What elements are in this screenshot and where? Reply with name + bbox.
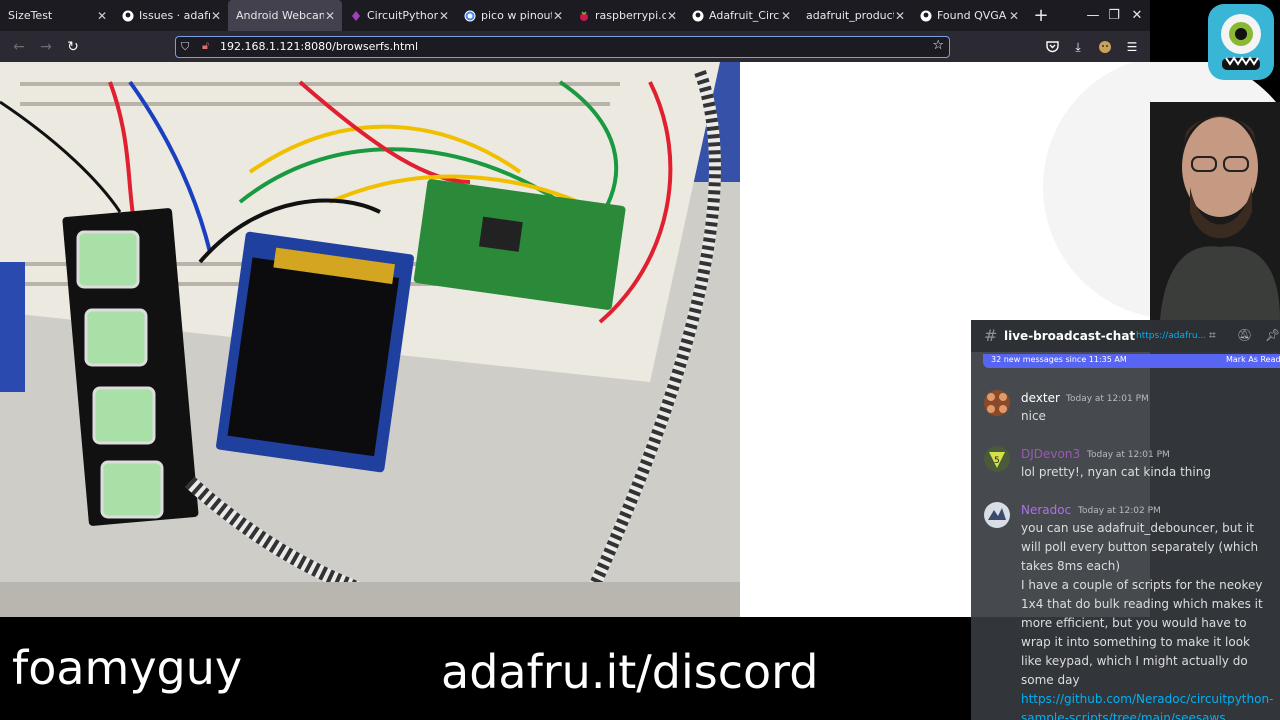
- github-icon: [920, 10, 932, 22]
- url-text[interactable]: 192.168.1.121:8080/browserfs.html: [220, 40, 418, 53]
- close-tab-icon[interactable]: ✕: [324, 9, 336, 23]
- tab-issues[interactable]: Issues · adafruit ✕: [114, 0, 228, 31]
- tab-label: raspberrypi.com: [595, 9, 666, 22]
- circuitpython-icon: [350, 10, 362, 22]
- tab-sizetest[interactable]: SizeTest ✕: [0, 0, 114, 31]
- channel-topic-link[interactable]: https://adafru...: [1136, 331, 1206, 341]
- insecure-lock-icon[interactable]: 🔓︎: [202, 39, 209, 53]
- message-body: you can use adafruit_debouncer, but it w…: [1021, 519, 1273, 720]
- close-tab-icon[interactable]: ✕: [1008, 9, 1020, 23]
- bot-avatar: [1206, 0, 1276, 82]
- github-icon: [122, 10, 134, 22]
- channel-header: # live-broadcast-chat https://adafru... …: [971, 320, 1280, 352]
- new-messages-text: 32 new messages since 11:35 AM: [991, 355, 1127, 364]
- forward-arrow-icon[interactable]: →: [36, 37, 56, 57]
- tab-pico-pinout[interactable]: pico w pinout - G ✕: [456, 0, 570, 31]
- close-tab-icon[interactable]: ✕: [552, 9, 564, 23]
- raspberry-icon: [578, 10, 590, 22]
- message-timestamp: Today at 12:02 PM: [1078, 506, 1161, 516]
- tab-label: CircuitPython: [367, 9, 438, 22]
- new-messages-bar[interactable]: 32 new messages since 11:35 AM Mark As R…: [983, 354, 1280, 368]
- download-icon[interactable]: ⤓: [1069, 38, 1087, 56]
- reload-icon[interactable]: ↻: [63, 37, 83, 57]
- tab-adafruit-products[interactable]: adafruit_products_ ✕: [798, 0, 912, 31]
- discord-chat-panel: # live-broadcast-chat https://adafru... …: [971, 320, 1280, 720]
- mute-notifications-icon[interactable]: 🔕︎: [1237, 328, 1252, 342]
- navigation-bar: ← → ↻ ⛉ 🔓︎ 192.168.1.121:8080/browserfs.…: [0, 31, 1150, 62]
- avatar[interactable]: [984, 502, 1010, 528]
- avatar[interactable]: [984, 390, 1010, 416]
- close-tab-icon[interactable]: ✕: [894, 9, 906, 23]
- webcam-feed: [0, 62, 740, 617]
- github-icon: [692, 10, 704, 22]
- tab-label: Issues · adafruit: [139, 9, 210, 22]
- minimize-icon[interactable]: —: [1082, 0, 1104, 31]
- message-body: lol pretty!, nyan cat kinda thing: [1021, 463, 1273, 482]
- message-timestamp: Today at 12:01 PM: [1087, 450, 1170, 460]
- discord-invite-text: adafru.it/discord: [441, 645, 819, 699]
- close-tab-icon[interactable]: ✕: [780, 9, 792, 23]
- tab-circuitpython[interactable]: CircuitPython ✕: [342, 0, 456, 31]
- message-author[interactable]: DJDevon3: [1021, 447, 1080, 461]
- message-body: nice: [1021, 407, 1273, 426]
- message-link[interactable]: https://github.com/Neradoc/circuitpython…: [1021, 692, 1273, 720]
- tab-raspberrypi[interactable]: raspberrypi.com ✕: [570, 0, 684, 31]
- tab-adafruit-circuit[interactable]: Adafruit_Circuit ✕: [684, 0, 798, 31]
- tab-android-webcam[interactable]: Android Webcam S ✕: [228, 0, 342, 31]
- avatar[interactable]: 5: [984, 446, 1010, 472]
- close-tab-icon[interactable]: ✕: [96, 9, 108, 23]
- message-text: lol pretty!, nyan cat kinda thing: [1021, 465, 1211, 479]
- tab-found-qvga[interactable]: Found QVGA TF ✕: [912, 0, 1026, 31]
- close-tab-icon[interactable]: ✕: [210, 9, 222, 23]
- streamer-handle: foamyguy: [12, 641, 243, 695]
- close-tab-icon[interactable]: ✕: [666, 9, 678, 23]
- google-icon: [464, 10, 476, 22]
- mark-as-read-button[interactable]: Mark As Read: [1226, 355, 1280, 364]
- message-text: you can use adafruit_debouncer, but it w…: [1021, 521, 1259, 573]
- maximize-icon[interactable]: ❐: [1103, 0, 1125, 31]
- menu-icon[interactable]: ☰: [1123, 38, 1141, 56]
- tab-label: Android Webcam S: [236, 9, 324, 22]
- tab-label: adafruit_products_: [806, 9, 894, 22]
- tab-label: pico w pinout - G: [481, 9, 552, 22]
- pin-icon[interactable]: 📌︎: [1265, 328, 1280, 342]
- message-text: nice: [1021, 409, 1046, 423]
- back-arrow-icon[interactable]: ←: [9, 37, 29, 57]
- svg-text:5: 5: [994, 456, 1000, 466]
- tab-label: Found QVGA TF: [937, 9, 1008, 22]
- extension-icon[interactable]: [1096, 38, 1114, 56]
- close-tab-icon[interactable]: ✕: [438, 9, 450, 23]
- tab-bar: SizeTest ✕ Issues · adafruit ✕ Android W…: [0, 0, 1150, 31]
- channel-name: live-broadcast-chat: [1004, 329, 1136, 343]
- message-author[interactable]: dexter: [1021, 391, 1060, 405]
- tab-label: SizeTest: [8, 9, 53, 22]
- message-author[interactable]: Neradoc: [1021, 503, 1071, 517]
- tab-label: Adafruit_Circuit: [709, 9, 780, 22]
- hashtag-icon: #: [984, 326, 998, 345]
- close-window-icon[interactable]: ✕: [1126, 0, 1148, 31]
- url-bar[interactable]: ⛉ 🔓︎ 192.168.1.121:8080/browserfs.html ☆: [175, 36, 950, 58]
- message-timestamp: Today at 12:01 PM: [1066, 394, 1149, 404]
- bookmark-star-icon[interactable]: ☆: [932, 38, 944, 53]
- new-tab-button[interactable]: +: [1026, 0, 1056, 31]
- pocket-icon[interactable]: [1043, 38, 1061, 56]
- streamer-facecam: [1040, 62, 1280, 320]
- message-text: I have a couple of scripts for the neoke…: [1021, 578, 1263, 687]
- threads-icon[interactable]: ⌗: [1209, 328, 1216, 343]
- shield-icon[interactable]: ⛉: [181, 40, 189, 54]
